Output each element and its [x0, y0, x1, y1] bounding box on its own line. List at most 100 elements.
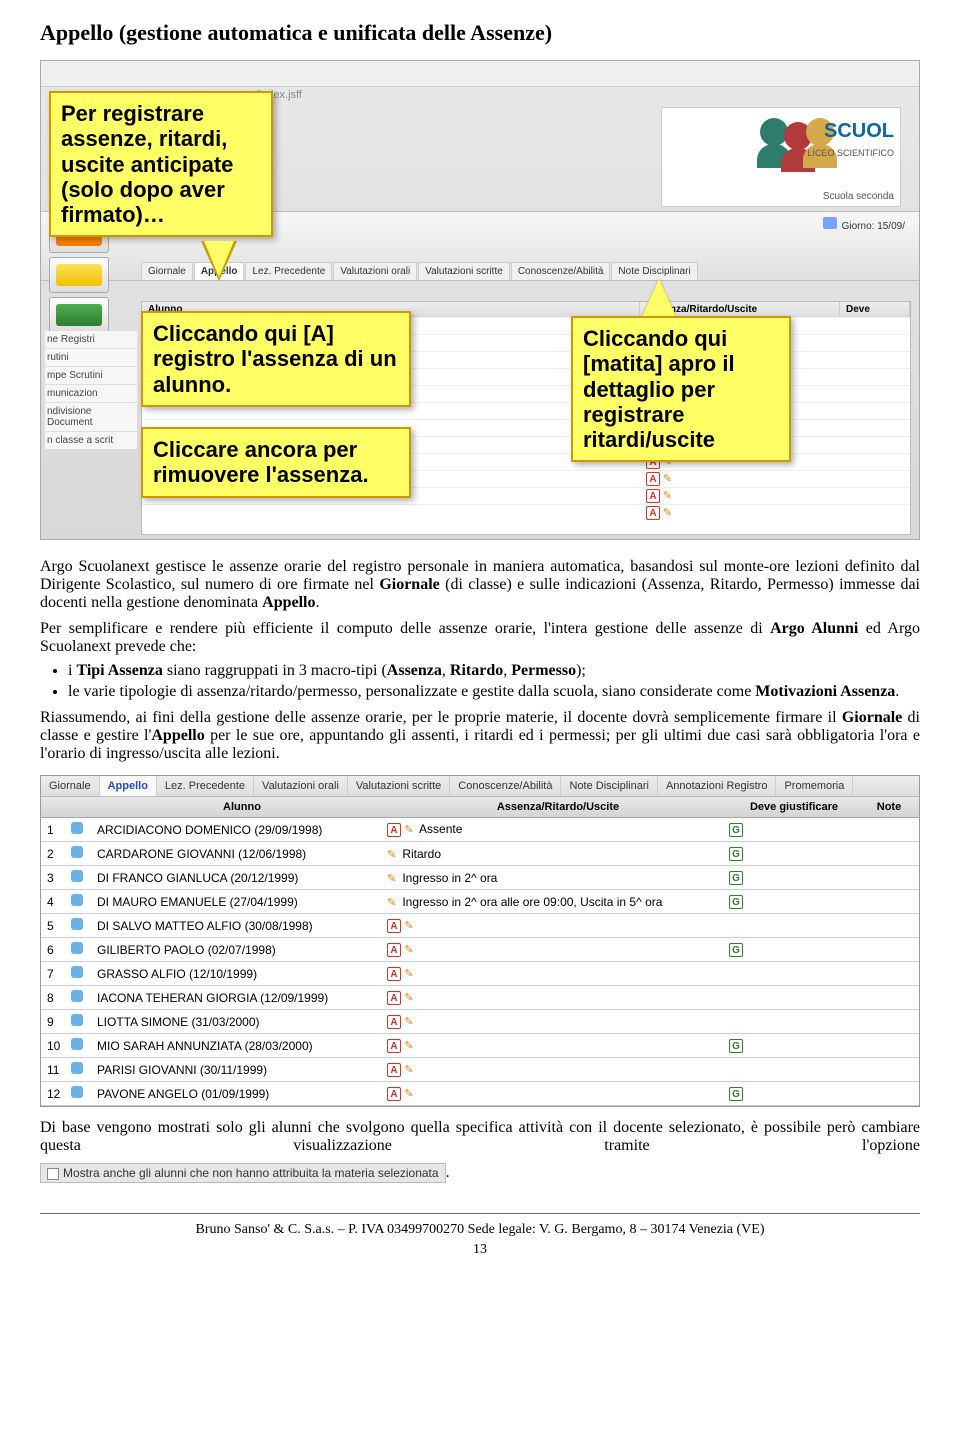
pencil-icon[interactable]: [404, 822, 416, 834]
absence-badge[interactable]: A: [387, 919, 401, 933]
giorno-label: Giorno:: [842, 221, 875, 232]
person-icon: [71, 942, 83, 954]
module-tabs: Giornale Appello Lez. Precedente Valutaz…: [141, 262, 909, 280]
aru-cell: A Assente: [387, 822, 729, 837]
sidebar-item[interactable]: mpe Scrutini: [45, 367, 137, 385]
row-number: 3: [41, 871, 71, 885]
aru-text: Ritardo: [402, 847, 441, 861]
ltab-conoscenze[interactable]: Conoscenze/Abilità: [450, 776, 561, 796]
justify-cell: G: [729, 870, 859, 885]
student-name: GILIBERTO PAOLO (02/07/1998): [97, 943, 387, 957]
justify-badge[interactable]: G: [729, 871, 743, 885]
tab-note-disciplinari[interactable]: Note Disciplinari: [611, 262, 697, 280]
tab-lez-precedente[interactable]: Lez. Precedente: [245, 262, 332, 280]
absence-badge[interactable]: A: [387, 823, 401, 837]
date-picker[interactable]: Giorno: 15/09/: [823, 217, 905, 232]
pencil-icon[interactable]: [404, 918, 416, 930]
sidebar-item[interactable]: ndivisione Document: [45, 403, 137, 432]
pencil-icon[interactable]: [387, 847, 399, 859]
student-name: LIOTTA SIMONE (31/03/2000): [97, 1015, 387, 1029]
absence-badge[interactable]: A: [387, 967, 401, 981]
pencil-icon[interactable]: [663, 472, 675, 484]
tab-valutazioni-orali[interactable]: Valutazioni orali: [333, 262, 417, 280]
student-name: DI FRANCO GIANLUCA (20/12/1999): [97, 871, 387, 885]
pencil-icon[interactable]: [404, 1086, 416, 1098]
table-row: 4DI MAURO EMANUELE (27/04/1999) Ingresso…: [41, 890, 919, 914]
lower-table-head: Alunno Assenza/Ritardo/Uscite Deve giust…: [41, 797, 919, 818]
row-number: 4: [41, 895, 71, 909]
ltab-note-disciplinari[interactable]: Note Disciplinari: [561, 776, 657, 796]
ltab-appello[interactable]: Appello: [100, 776, 157, 796]
student-name: GRASSO ALFIO (12/10/1999): [97, 967, 387, 981]
justify-badge[interactable]: G: [729, 1039, 743, 1053]
sidebar-item[interactable]: ne Registri: [45, 331, 137, 349]
absence-badge[interactable]: A: [387, 1087, 401, 1101]
sidebar-item[interactable]: n classe a scrit: [45, 432, 137, 450]
person-icon: [71, 966, 83, 978]
ltab-annotazioni[interactable]: Annotazioni Registro: [658, 776, 777, 796]
ltab-giornale[interactable]: Giornale: [41, 776, 100, 796]
ltab-valutazioni-orali[interactable]: Valutazioni orali: [254, 776, 348, 796]
giorno-value: 15/09/: [877, 221, 905, 232]
pencil-icon[interactable]: [663, 489, 675, 501]
aru-text: Assente: [419, 822, 462, 836]
justify-badge[interactable]: G: [729, 1087, 743, 1101]
pencil-icon[interactable]: [663, 506, 675, 518]
aru-cell: A: [387, 1086, 729, 1101]
absence-badge[interactable]: A: [646, 472, 660, 486]
tab-conoscenze[interactable]: Conoscenze/Abilità: [511, 262, 611, 280]
justify-cell: G: [729, 822, 859, 837]
ltab-lez-precedente[interactable]: Lez. Precedente: [157, 776, 254, 796]
person-icon: [71, 846, 83, 858]
absence-badge[interactable]: A: [387, 1063, 401, 1077]
row-number: 2: [41, 847, 71, 861]
justify-badge[interactable]: G: [729, 823, 743, 837]
justify-badge[interactable]: G: [729, 895, 743, 909]
pencil-icon[interactable]: [387, 895, 399, 907]
absence-badge[interactable]: A: [387, 1039, 401, 1053]
brand-subtitle: LICEO SCIENTIFICO: [807, 148, 894, 158]
ltab-promemoria[interactable]: Promemoria: [776, 776, 853, 796]
pencil-icon[interactable]: [404, 1038, 416, 1050]
aru-cell: A: [387, 1038, 729, 1053]
prev-day-icon[interactable]: [823, 217, 837, 229]
table-row: 5DI SALVO MATTEO ALFIO (30/08/1998)A: [41, 914, 919, 938]
checkbox-icon[interactable]: [47, 1168, 59, 1180]
justify-badge[interactable]: G: [729, 943, 743, 957]
pencil-icon[interactable]: [404, 966, 416, 978]
aru-cell: Ritardo: [387, 847, 729, 861]
left-icon-2[interactable]: [49, 257, 109, 293]
brand-footer: Scuola seconda: [823, 191, 894, 202]
pencil-icon[interactable]: [404, 942, 416, 954]
sidebar-item[interactable]: rutini: [45, 349, 137, 367]
absence-badge[interactable]: A: [646, 489, 660, 503]
pencil-icon[interactable]: [404, 1014, 416, 1026]
row-number: 12: [41, 1087, 71, 1101]
student-name: MIO SARAH ANNUNZIATA (28/03/2000): [97, 1039, 387, 1053]
table-row: 9LIOTTA SIMONE (31/03/2000)A: [41, 1010, 919, 1034]
pencil-icon[interactable]: [404, 990, 416, 1002]
row-number: 1: [41, 823, 71, 837]
pencil-icon[interactable]: [404, 1062, 416, 1074]
ltab-valutazioni-scritte[interactable]: Valutazioni scritte: [348, 776, 450, 796]
absence-badge[interactable]: A: [387, 943, 401, 957]
footer-rule: [40, 1213, 920, 1214]
paragraph-2: Per semplificare e rendere più efficient…: [40, 620, 920, 656]
absence-badge[interactable]: A: [646, 506, 660, 520]
show-all-students-option[interactable]: Mostra anche gli alunni che non hanno at…: [40, 1163, 446, 1183]
justify-cell: G: [729, 894, 859, 909]
student-name: DI SALVO MATTEO ALFIO (30/08/1998): [97, 919, 387, 933]
justify-badge[interactable]: G: [729, 847, 743, 861]
aru-cell: Ingresso in 2^ ora alle ore 09:00, Uscit…: [387, 895, 729, 909]
left-icon-3[interactable]: [49, 297, 109, 333]
pencil-icon[interactable]: [387, 871, 399, 883]
row-number: 7: [41, 967, 71, 981]
tab-giornale[interactable]: Giornale: [141, 262, 193, 280]
browser-chrome: [41, 61, 919, 87]
sidebar-item[interactable]: municazion: [45, 385, 137, 403]
callout-pencil: Cliccando qui [matita] apro il dettaglio…: [571, 316, 791, 462]
tab-valutazioni-scritte[interactable]: Valutazioni scritte: [418, 262, 510, 280]
absence-badge[interactable]: A: [387, 1015, 401, 1029]
callout-register: Per registrare assenze, ritardi, uscite …: [49, 91, 273, 237]
absence-badge[interactable]: A: [387, 991, 401, 1005]
